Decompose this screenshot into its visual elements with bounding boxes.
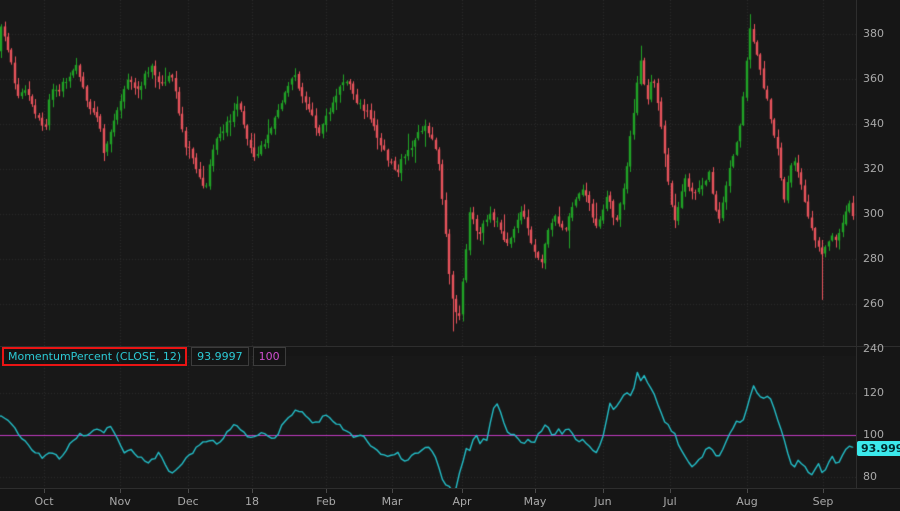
time-axis-tick — [462, 489, 463, 493]
price-axis-label: 300 — [863, 207, 884, 221]
chart-root: 380 360 340 320 300 280 260 240 120 100 80 Moment… — [0, 0, 900, 511]
time-axis-tick — [188, 489, 189, 493]
momentum-axis[interactable]: 120 100 80 — [856, 356, 900, 488]
time-axis-tick — [326, 489, 327, 493]
time-axis-label: Nov — [109, 495, 131, 508]
time-axis-label: Dec — [177, 495, 199, 508]
price-axis-label: 240 — [863, 342, 884, 353]
time-axis-label: Aug — [736, 495, 758, 508]
time-axis-tick — [535, 489, 536, 493]
time-axis-label: Apr — [452, 495, 472, 508]
price-axis-label: 280 — [863, 252, 884, 266]
time-axis-label: Jun — [594, 495, 612, 508]
time-axis-label: Mar — [381, 495, 403, 508]
momentum-value-badge: 93.9997 — [857, 441, 900, 456]
time-axis-label: Feb — [316, 495, 336, 508]
time-axis-tick — [747, 489, 748, 493]
time-axis-tick — [670, 489, 671, 493]
indicator-param-chip: 100 — [252, 347, 286, 366]
momentum-axis-label: 80 — [863, 470, 877, 483]
time-axis-tick — [44, 489, 45, 493]
time-axis-tick — [603, 489, 604, 493]
time-axis-tick — [252, 489, 253, 493]
price-pane-canvas[interactable] — [0, 0, 856, 346]
price-axis-label: 360 — [863, 72, 884, 86]
time-axis-label: May — [523, 495, 547, 508]
time-axis-label: Sep — [812, 495, 834, 508]
time-axis-tick — [120, 489, 121, 493]
momentum-pane-canvas[interactable] — [0, 356, 856, 488]
price-axis-label: 260 — [863, 297, 884, 311]
time-axis[interactable]: Oct Nov Dec 18 Feb Mar Apr May Jun Jul Aug Sep — [0, 488, 900, 511]
momentum-axis-label: 120 — [863, 386, 884, 399]
price-axis-label: 380 — [863, 27, 884, 41]
momentum-axis-label: 100 — [863, 428, 884, 441]
indicator-value-chip: 93.9997 — [191, 347, 249, 366]
time-axis-tick — [392, 489, 393, 493]
indicator-title[interactable]: MomentumPercent (CLOSE, 12) — [2, 347, 188, 366]
time-axis-tick — [823, 489, 824, 493]
time-axis-label: Oct — [34, 495, 54, 508]
price-axis[interactable]: 380 360 340 320 300 280 260 240 — [856, 0, 900, 353]
price-axis-label: 340 — [863, 117, 884, 131]
time-axis-label: 18 — [245, 495, 259, 508]
time-axis-label: Jul — [663, 495, 677, 508]
price-axis-label: 320 — [863, 162, 884, 176]
indicator-legend: MomentumPercent (CLOSE, 12) 93.9997 100 — [2, 347, 286, 366]
